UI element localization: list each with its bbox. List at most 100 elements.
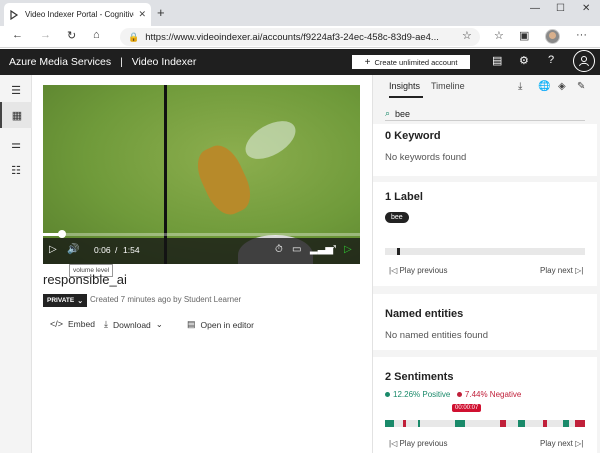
- forward-icon[interactable]: →: [40, 29, 51, 41]
- sentiments-play-next[interactable]: Play next ▷|: [540, 439, 583, 448]
- browser-tab[interactable]: Video Indexer Portal - Cognitive ✕: [4, 3, 151, 26]
- video-progress-track[interactable]: [43, 233, 360, 236]
- open-editor-button[interactable]: ▤ Open in editor: [187, 319, 254, 330]
- collections-icon[interactable]: ▣: [519, 29, 529, 42]
- sentiment-mark[interactable]: [385, 420, 394, 427]
- autoplay-icon[interactable]: ▷: [344, 244, 352, 255]
- entities-title: Named entities: [385, 308, 464, 320]
- tab-insights[interactable]: Insights: [389, 81, 420, 91]
- keywords-title: 0 Keyword: [385, 130, 441, 142]
- profile-avatar[interactable]: [545, 29, 560, 44]
- label-appearance-mark[interactable]: [397, 248, 400, 255]
- sentiment-mark[interactable]: [563, 420, 569, 427]
- search-icon: ⌕: [385, 108, 391, 118]
- download-insights-icon[interactable]: ⤓: [518, 81, 522, 92]
- time-separator: /: [115, 245, 118, 255]
- create-account-button[interactable]: + Create unlimited account: [352, 55, 470, 69]
- app-header: Azure Media Services | Video Indexer: [0, 49, 600, 75]
- open-editor-label: Open in editor: [200, 319, 254, 330]
- sentiment-mark[interactable]: [455, 420, 465, 427]
- fullscreen-icon[interactable]: ⤢: [328, 244, 336, 255]
- embed-label: Embed: [68, 319, 95, 329]
- product-name[interactable]: Video Indexer: [132, 56, 197, 68]
- sentiments-title: 2 Sentiments: [385, 371, 454, 383]
- negative-dot-icon: [456, 392, 462, 398]
- video-player[interactable]: ▷ 🔊 0:06 / 1:54 ⏱ ▭ ▂▃▅ ⤢ ▷: [43, 85, 360, 264]
- sentiment-mark[interactable]: [500, 420, 506, 427]
- labels-play-next[interactable]: Play next ▷|: [540, 266, 583, 275]
- model-customization-icon[interactable]: ⚌: [0, 131, 32, 157]
- new-tab-icon[interactable]: +: [157, 5, 165, 20]
- timestamp-pill: 00:00:07: [452, 404, 482, 412]
- named-entities-card: Named entities No named entities found: [373, 294, 597, 350]
- menu-hamburger-icon[interactable]: ☰: [0, 77, 32, 103]
- duration: 1:54: [123, 245, 140, 255]
- embed-button[interactable]: </> Embed: [50, 319, 95, 329]
- tab-title: Video Indexer Portal - Cognitive: [25, 10, 135, 19]
- language-globe-icon[interactable]: 🌐: [538, 81, 550, 92]
- address-bar: ← → ↻ ⌂ 🔒 https://www.videoindexer.ai/ac…: [0, 26, 600, 48]
- url-field[interactable]: 🔒 https://www.videoindexer.ai/accounts/f…: [120, 28, 480, 46]
- notes-icon[interactable]: ☷: [0, 157, 32, 183]
- more-options-icon[interactable]: ···: [576, 29, 587, 41]
- plus-icon: +: [364, 56, 371, 68]
- keywords-message: No keywords found: [385, 152, 467, 163]
- user-account-icon[interactable]: [573, 50, 595, 72]
- privacy-dropdown[interactable]: PRIVATE ⌄: [43, 294, 88, 307]
- browser-tab-bar: Video Indexer Portal - Cognitive ✕ + — ☐…: [0, 0, 600, 26]
- download-label: Download: [112, 319, 151, 330]
- sentiment-mark[interactable]: [543, 420, 547, 427]
- settings-gear-icon[interactable]: ⚙: [519, 54, 529, 67]
- negative-sentiment: 7.44% Negative: [456, 390, 521, 399]
- download-icon: ⤓: [104, 319, 108, 329]
- create-account-label: Create unlimited account: [374, 57, 458, 67]
- volume-icon[interactable]: 🔊: [67, 244, 79, 255]
- help-icon[interactable]: ?: [548, 54, 554, 66]
- active-tab-indicator: [389, 96, 423, 98]
- edit-pencil-icon[interactable]: ✎: [577, 81, 585, 92]
- tab-timeline[interactable]: Timeline: [431, 81, 465, 91]
- labels-play-previous[interactable]: |◁ Play previous: [389, 266, 447, 275]
- back-icon[interactable]: ←: [12, 29, 23, 41]
- sentiment-mark[interactable]: [403, 420, 406, 427]
- search-value: bee: [395, 108, 411, 119]
- sentiment-mark[interactable]: [518, 420, 525, 427]
- insights-search[interactable]: ⌕ bee: [385, 107, 585, 121]
- label-chip-bee[interactable]: bee: [385, 212, 409, 223]
- maximize-icon[interactable]: ☐: [556, 3, 565, 14]
- sentiment-mark[interactable]: [575, 420, 585, 427]
- keywords-card: 0 Keyword No keywords found: [373, 124, 597, 176]
- close-window-icon[interactable]: ✕: [582, 3, 590, 14]
- progress-scrubber[interactable]: [58, 230, 66, 238]
- positive-dot-icon: [385, 392, 390, 398]
- favorites-icon[interactable]: ☆: [494, 29, 504, 42]
- chevron-down-icon: ⌄: [77, 297, 84, 305]
- speed-timer-icon[interactable]: ⏱: [275, 244, 283, 255]
- refresh-icon[interactable]: ↻: [67, 29, 76, 42]
- download-button[interactable]: ⤓ Download ⌄: [104, 319, 163, 330]
- layers-icon[interactable]: ◈: [558, 81, 566, 92]
- url-text: https://www.videoindexer.ai/accounts/f92…: [145, 31, 439, 43]
- close-tab-icon[interactable]: ✕: [138, 9, 146, 20]
- captions-icon[interactable]: ▭: [292, 244, 301, 255]
- minimize-icon[interactable]: —: [530, 3, 540, 14]
- play-icon[interactable]: ▷: [49, 244, 57, 255]
- current-time: 0:06: [94, 245, 111, 255]
- left-rail: ☰ ▦ ⚌ ☷: [0, 75, 32, 453]
- created-info: Created 7 minutes ago by Student Learner: [90, 295, 242, 304]
- labels-title: 1 Label: [385, 191, 423, 203]
- home-icon[interactable]: ⌂: [93, 29, 100, 41]
- notifications-icon[interactable]: ▤: [492, 54, 502, 67]
- favorite-star-icon[interactable]: ☆: [462, 29, 472, 42]
- positive-sentiment: 12.26% Positive: [385, 390, 450, 399]
- embed-icon: </>: [50, 319, 64, 329]
- brand-name[interactable]: Azure Media Services: [9, 56, 111, 68]
- video-title: responsible_ai: [43, 272, 127, 287]
- video-indexer-favicon-icon: [9, 9, 19, 20]
- sentiments-timeline[interactable]: [385, 420, 585, 427]
- media-library-icon[interactable]: ▦: [0, 102, 32, 128]
- sentiments-play-previous[interactable]: |◁ Play previous: [389, 439, 447, 448]
- labels-timeline[interactable]: [385, 248, 585, 255]
- lock-icon: 🔒: [128, 31, 140, 42]
- sentiment-mark[interactable]: [418, 420, 420, 427]
